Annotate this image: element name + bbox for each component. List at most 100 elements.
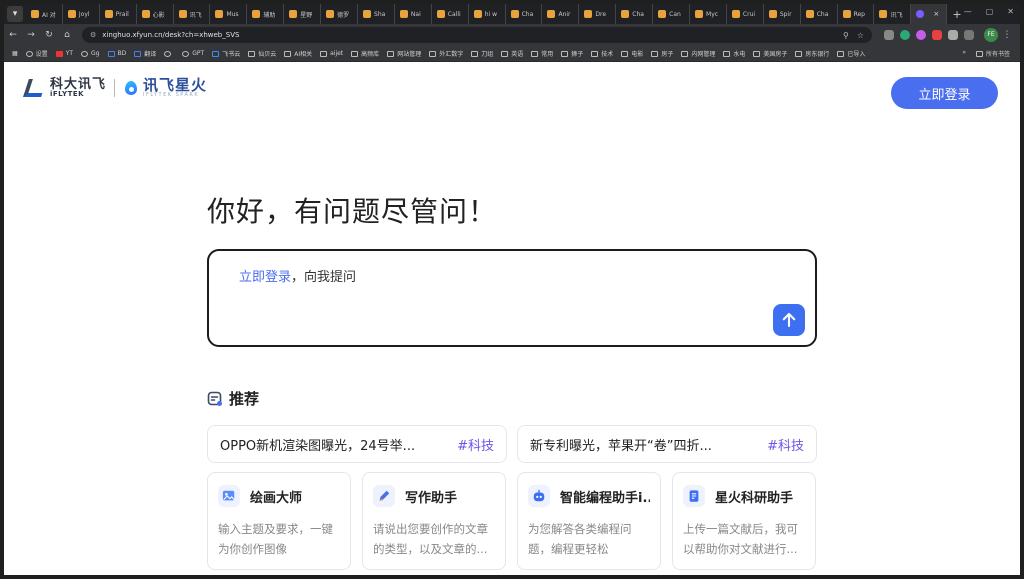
product-name-en: IFLYTEK SPARK [143,92,200,98]
tab[interactable]: Spir [764,4,801,24]
bookmark-folder[interactable]: 房东银行 [795,49,829,58]
tab-favicon-icon [584,10,593,18]
tab[interactable]: Rep [838,4,875,24]
maximize-icon[interactable]: ▢ [986,7,994,16]
question-input[interactable]: 立即登录，向我提问 [207,249,817,347]
send-button[interactable] [773,304,805,336]
tab[interactable]: AI 对 [26,4,63,24]
all-bookmarks[interactable]: 所有书签 [975,49,1010,58]
tab[interactable]: Dre [579,4,617,24]
tab[interactable]: Prail [100,4,137,24]
tab-active[interactable]: × [911,4,948,24]
new-tab-button[interactable]: + [952,8,961,21]
menu-icon[interactable]: ⋮ [998,30,1016,40]
bookmark-item[interactable]: Gg [81,50,100,57]
assistant-card[interactable]: 星火科研助手 上传一篇文献后，我可以帮助你对文献进行... [672,472,816,570]
extension-icon[interactable] [948,30,958,40]
bookmark-folder[interactable]: 高频库 [351,49,379,58]
extension-icon[interactable] [916,30,926,40]
extension-icon[interactable] [932,30,942,40]
tab[interactable]: Crui [727,4,764,24]
tab[interactable]: Anir [542,4,580,24]
address-bar[interactable]: ⚙ xinghuo.xfyun.cn/desk?ch=xhweb_SVS ⚲ ☆ [82,27,872,43]
tab[interactable]: 德罗 [321,4,359,24]
browser-toolbar: ← → ↻ ⌂ ⚙ xinghuo.xfyun.cn/desk?ch=xhweb… [4,24,1020,46]
news-item[interactable]: 新专利曝光，苹果开“卷”四折... #科技 [517,425,817,463]
tab[interactable]: Sha [358,4,395,24]
assistant-card[interactable]: 写作助手 请说出您要创作的文章的类型，以及文章的... [362,472,506,570]
bookmark-folder[interactable]: 技术 [591,49,613,58]
tab[interactable]: 星野 [284,4,322,24]
bookmark-folder[interactable]: 狮子 [561,49,583,58]
bookmark-folder[interactable]: 英语 [501,49,523,58]
tab-favicon-icon [510,10,519,18]
bookmark-item[interactable]: 设置 [25,49,48,58]
news-tag[interactable]: #科技 [767,435,804,454]
bookmark-folder[interactable]: 刀组 [471,49,493,58]
login-button[interactable]: 立即登录 [891,77,998,109]
apps-icon[interactable]: ▦ [12,50,18,57]
tab[interactable]: 讯飞 [874,4,912,24]
bookmark-item[interactable]: aijet [320,50,343,57]
bookmark-folder[interactable]: 外汇数字 [429,49,463,58]
bookmark-folder[interactable]: 电影 [621,49,643,58]
bookmark-item[interactable]: 飞书云 [212,49,240,58]
recommend-icon [207,391,222,406]
tab[interactable]: Nai [395,4,432,24]
profile-avatar[interactable]: FE [984,28,998,42]
tab[interactable]: Calli [432,4,469,24]
login-link[interactable]: 立即登录 [239,270,291,285]
tab[interactable]: Mus [210,4,248,24]
home-icon[interactable]: ⌂ [58,30,76,40]
bookmark-folder[interactable]: 房子 [651,49,673,58]
reload-icon[interactable]: ↻ [40,30,58,40]
minimize-icon[interactable]: — [964,7,972,16]
bookmark-item[interactable]: YT [55,50,73,57]
tab[interactable]: hi w [469,4,506,24]
folder-icon [501,50,509,57]
bookmark-item[interactable]: 仙贝云 [248,49,276,58]
tab[interactable]: Joyl [63,4,100,24]
assistant-card[interactable]: 绘画大师 输入主题及要求，一键为你创作图像 [207,472,351,570]
bookmark-item[interactable]: 翻译 [134,49,156,58]
news-title: OPPO新机渲染图曝光，24号举... [220,438,416,454]
tab[interactable]: 讯飞 [174,4,211,24]
bookmark-item[interactable] [164,50,174,57]
bookmark-folder[interactable]: 常用 [531,49,553,58]
forward-icon[interactable]: → [22,30,40,40]
close-icon[interactable]: ✕ [1007,7,1014,16]
zoom-icon[interactable]: ⚲ [843,31,849,40]
extension-icon[interactable] [900,30,910,40]
bookmark-folder[interactable]: 已导入 [837,49,865,58]
bookmark-folder[interactable]: 水电 [723,49,745,58]
assistant-card[interactable]: 智能编程助手i... 为您解答各类编程问题，编程更轻松 [517,472,661,570]
folder-icon [284,50,292,57]
bookmark-item[interactable]: BD [107,50,126,57]
iflytek-logo-icon [23,77,47,99]
back-icon[interactable]: ← [4,30,22,40]
news-tag[interactable]: #科技 [457,435,494,454]
tab-search-icon[interactable]: ▾ [7,6,23,22]
close-tab-icon[interactable]: × [933,10,939,18]
bookmark-star-icon[interactable]: ☆ [857,31,864,40]
tab[interactable]: Myc [690,4,727,24]
logo[interactable]: 科大讯飞 iFLYTEK 讯飞星火 IFLYTEK SPARK [23,77,207,99]
bookmark-folder[interactable]: AI相关 [284,49,312,58]
site-info-icon[interactable]: ⚙ [90,31,96,39]
extension-icon[interactable] [884,30,894,40]
card-description: 为您解答各类编程问题，编程更轻松 [528,522,632,556]
bookmark-item[interactable]: GPT [182,50,204,57]
tab[interactable]: 辅助 [247,4,285,24]
bookmarks-overflow-icon[interactable]: » [962,49,966,58]
tab[interactable]: 心影 [137,4,174,24]
news-item[interactable]: OPPO新机渲染图曝光，24号举... #科技 [207,425,507,463]
card-title: 绘画大师 [250,490,303,506]
puzzle-icon[interactable] [964,30,974,40]
bookmark-folder[interactable]: 内网管理 [681,49,715,58]
bookmark-folder[interactable]: 美国房子 [753,49,787,58]
tab[interactable]: Cha [506,4,543,24]
bookmark-folder[interactable]: 网站管理 [387,49,421,58]
tab[interactable]: Cha [801,4,838,24]
tab[interactable]: Can [653,4,691,24]
tab[interactable]: Cha [616,4,654,24]
